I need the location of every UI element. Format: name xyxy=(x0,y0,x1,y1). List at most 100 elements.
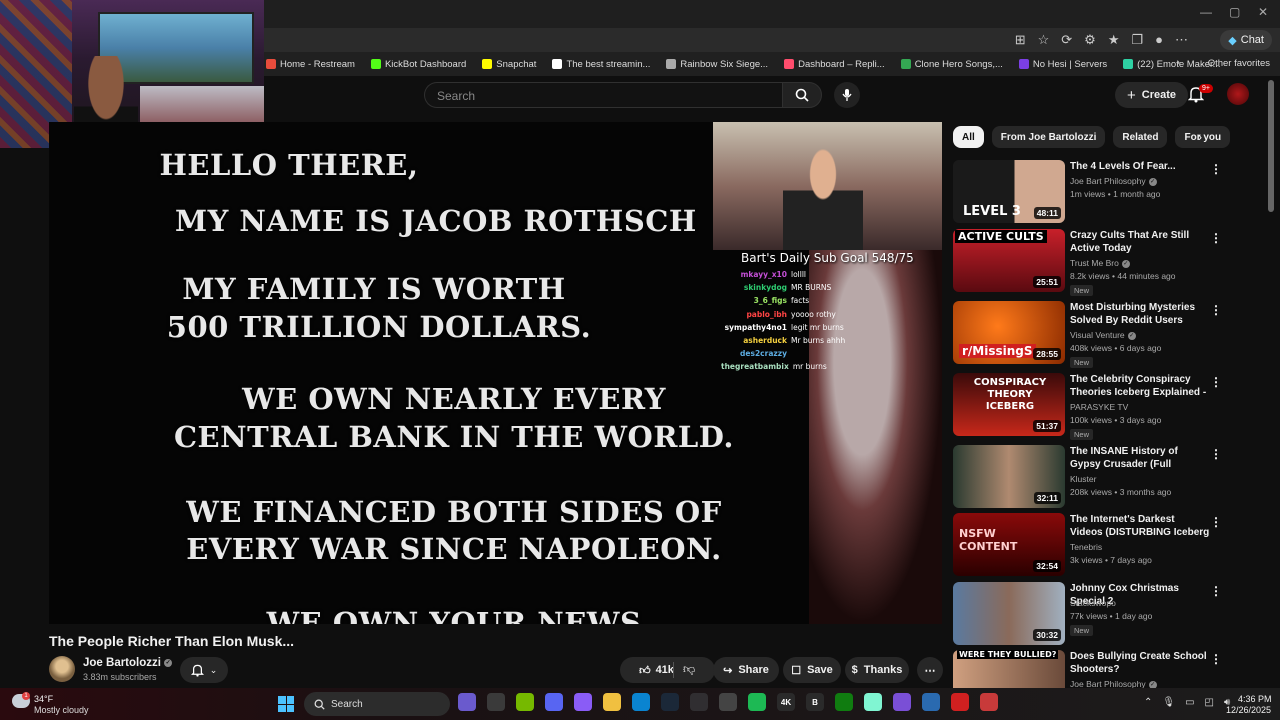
display-tray-icon[interactable]: ▭ xyxy=(1185,697,1194,708)
more-actions-button[interactable]: ⋯ xyxy=(917,657,943,683)
streamlabs-icon[interactable] xyxy=(864,693,882,711)
recommended-video-title[interactable]: The Celebrity Conspiracy Theories Iceber… xyxy=(1070,373,1210,400)
favorite-star-icon[interactable]: ☆ xyxy=(1038,32,1050,48)
file-explorer-icon[interactable] xyxy=(603,693,621,711)
network-icon[interactable]: ◰ xyxy=(1205,697,1214,708)
recommended-video-title[interactable]: Most Disturbing Mysteries Solved By Redd… xyxy=(1070,301,1210,327)
save-button[interactable]: ☐ Save xyxy=(783,657,841,683)
recommended-channel-name[interactable]: Stackswopo xyxy=(1070,598,1116,608)
taskbar-search[interactable]: Search xyxy=(304,692,450,716)
more-menu-icon[interactable]: ⋯ xyxy=(1175,32,1188,48)
chevron-right-icon[interactable]: › xyxy=(1198,130,1202,144)
profile-icon[interactable]: ● xyxy=(1155,32,1163,48)
recommended-channel-name[interactable]: Trust Me Bro ✓ xyxy=(1070,258,1130,268)
bookmark-item[interactable]: (22) Emote Maker... xyxy=(1123,59,1221,70)
more-vertical-icon[interactable]: ⋮ xyxy=(1210,584,1222,598)
close-window-icon[interactable]: ✕ xyxy=(1258,5,1268,19)
widgets-app-icon[interactable] xyxy=(458,693,476,711)
video-thumbnail[interactable]: NSFW CONTENT 32:54 xyxy=(953,513,1065,576)
filter-chip[interactable]: All xyxy=(953,126,984,148)
video-thumbnail[interactable]: CONSPIRACY THEORY ICEBERG 51:37 xyxy=(953,373,1065,436)
bookmark-item[interactable]: Rainbow Six Siege... xyxy=(666,59,768,70)
recommended-video-title[interactable]: The Internet's Darkest Videos (DISTURBIN… xyxy=(1070,513,1210,540)
chevron-up-icon[interactable]: ⌃ xyxy=(1144,697,1152,708)
grid-app-icon[interactable] xyxy=(980,693,998,711)
bookmark-item[interactable]: No Hesi | Servers xyxy=(1018,59,1107,70)
bookmark-item[interactable]: Home - Restream xyxy=(266,59,355,70)
steam-icon[interactable] xyxy=(661,693,679,711)
address-bar[interactable]: ⊞ ☆ ⟳ ⚙ ★ ❐ ● ⋯ ◆ Chat xyxy=(264,28,1280,52)
bookmark-item[interactable]: Clone Hero Songs,... xyxy=(900,59,1003,70)
video-thumbnail[interactable]: 32:11 xyxy=(953,445,1065,508)
channel-name[interactable]: Joe Bartolozzi ✓ xyxy=(83,657,173,669)
edge-icon[interactable] xyxy=(632,693,650,711)
recommended-video[interactable]: CONSPIRACY THEORY ICEBERG 51:37 The Celebr… xyxy=(953,373,1263,440)
filter-chip[interactable]: For you xyxy=(1175,126,1231,148)
maximize-icon[interactable]: ▢ xyxy=(1229,5,1240,19)
voice-search-button[interactable] xyxy=(834,82,860,108)
taskbar-time[interactable]: 4:36 PM xyxy=(1238,694,1272,704)
recommended-video-title[interactable]: Crazy Cults That Are Still Active Today xyxy=(1070,229,1210,255)
bookmark-item[interactable]: The best streamin... xyxy=(552,59,650,70)
recommended-video[interactable]: 30:32 Johnny Cox Christmas Special 2 Stack… xyxy=(953,582,1263,648)
page-scrollbar[interactable] xyxy=(1268,80,1274,212)
bookmark-item[interactable]: Dashboard – Repli... xyxy=(784,59,885,70)
recommended-channel-name[interactable]: Tenebris xyxy=(1070,542,1102,552)
visual-studio-icon[interactable] xyxy=(893,693,911,711)
favorites-icon[interactable]: ★ xyxy=(1108,32,1120,48)
weather-temperature[interactable]: 34°F xyxy=(34,694,53,704)
thanks-button[interactable]: $ Thanks xyxy=(845,657,909,683)
task-view-icon[interactable] xyxy=(487,693,505,711)
search-input[interactable]: Search xyxy=(424,82,782,108)
recommended-video-title[interactable]: The 4 Levels Of Fear... xyxy=(1070,160,1210,173)
bookmark-item[interactable]: Snapchat xyxy=(482,59,536,70)
channel-avatar[interactable] xyxy=(49,656,75,682)
more-vertical-icon[interactable]: ⋮ xyxy=(1210,515,1222,529)
bookmarks-overflow-icon[interactable]: › xyxy=(1177,57,1180,68)
windows-start-icon[interactable] xyxy=(278,696,294,712)
subscription-bell-button[interactable]: ⌄ xyxy=(180,657,228,683)
extensions-icon[interactable]: ⚙ xyxy=(1084,32,1096,48)
recorder-icon[interactable] xyxy=(951,693,969,711)
app-available-icon[interactable]: ⊞ xyxy=(1015,32,1026,48)
window-app-icon[interactable] xyxy=(922,693,940,711)
more-vertical-icon[interactable]: ⋮ xyxy=(1210,231,1222,245)
account-avatar[interactable] xyxy=(1227,83,1249,105)
like-button[interactable]: 👍︎ 41k xyxy=(639,664,674,677)
b-app-icon[interactable]: B xyxy=(806,693,824,711)
recommended-video[interactable]: r/MissingS 28:55 Most Disturbing Mysteries… xyxy=(953,301,1263,368)
more-vertical-icon[interactable]: ⋮ xyxy=(1210,162,1222,176)
recommended-video[interactable]: ACTIVE CULTS 25:51 Crazy Cults That Are St… xyxy=(953,229,1263,296)
other-favorites-folder[interactable]: Other favorites xyxy=(1208,58,1270,69)
video-thumbnail[interactable]: 30:32 xyxy=(953,582,1065,645)
search-button[interactable] xyxy=(782,82,822,108)
refresh-icon[interactable]: ⟳ xyxy=(1061,32,1072,48)
recommended-channel-name[interactable]: Kluster xyxy=(1070,474,1096,484)
bookmark-item[interactable]: KickBot Dashboard xyxy=(370,59,466,70)
more-vertical-icon[interactable]: ⋮ xyxy=(1210,375,1222,389)
recommended-channel-name[interactable]: Joe Bart Philosophy ✓ xyxy=(1070,176,1157,186)
settings-app-icon[interactable] xyxy=(719,693,737,711)
video-thumbnail[interactable]: LEVEL 3 48:11 xyxy=(953,160,1065,223)
recommended-video[interactable]: 32:11 The INSANE History of Gypsy Crusade… xyxy=(953,445,1263,511)
spotify-icon[interactable] xyxy=(748,693,766,711)
filter-chip[interactable]: Related xyxy=(1113,126,1168,148)
video-thumbnail[interactable]: ACTIVE CULTS 25:51 xyxy=(953,229,1065,292)
xbox-icon[interactable] xyxy=(835,693,853,711)
video-thumbnail[interactable]: r/MissingS 28:55 xyxy=(953,301,1065,364)
filter-chip[interactable]: From Joe Bartolozzi xyxy=(991,126,1106,148)
more-vertical-icon[interactable]: ⋮ xyxy=(1210,447,1222,461)
recommended-video-title[interactable]: Does Bullying Create School Shooters? xyxy=(1070,650,1210,676)
recommended-channel-name[interactable]: PARASYKE TV xyxy=(1070,402,1128,412)
nvidia-icon[interactable] xyxy=(516,693,534,711)
dislike-button[interactable]: 👎︎ xyxy=(683,662,695,677)
discord-icon[interactable] xyxy=(545,693,563,711)
recommended-video[interactable]: LEVEL 3 48:11 The 4 Levels Of Fear... Joe B… xyxy=(953,160,1263,226)
more-vertical-icon[interactable]: ⋮ xyxy=(1210,652,1222,666)
minimize-icon[interactable]: — xyxy=(1200,5,1212,19)
recommended-video[interactable]: NSFW CONTENT 32:54 The Internet's Darkest … xyxy=(953,513,1263,579)
recommended-video-title[interactable]: The INSANE History of Gypsy Crusader (Fu… xyxy=(1070,445,1210,472)
recommended-channel-name[interactable]: Visual Venture ✓ xyxy=(1070,330,1136,340)
share-button[interactable]: ↪ Share xyxy=(713,657,779,683)
collections-icon[interactable]: ❐ xyxy=(1131,32,1143,48)
